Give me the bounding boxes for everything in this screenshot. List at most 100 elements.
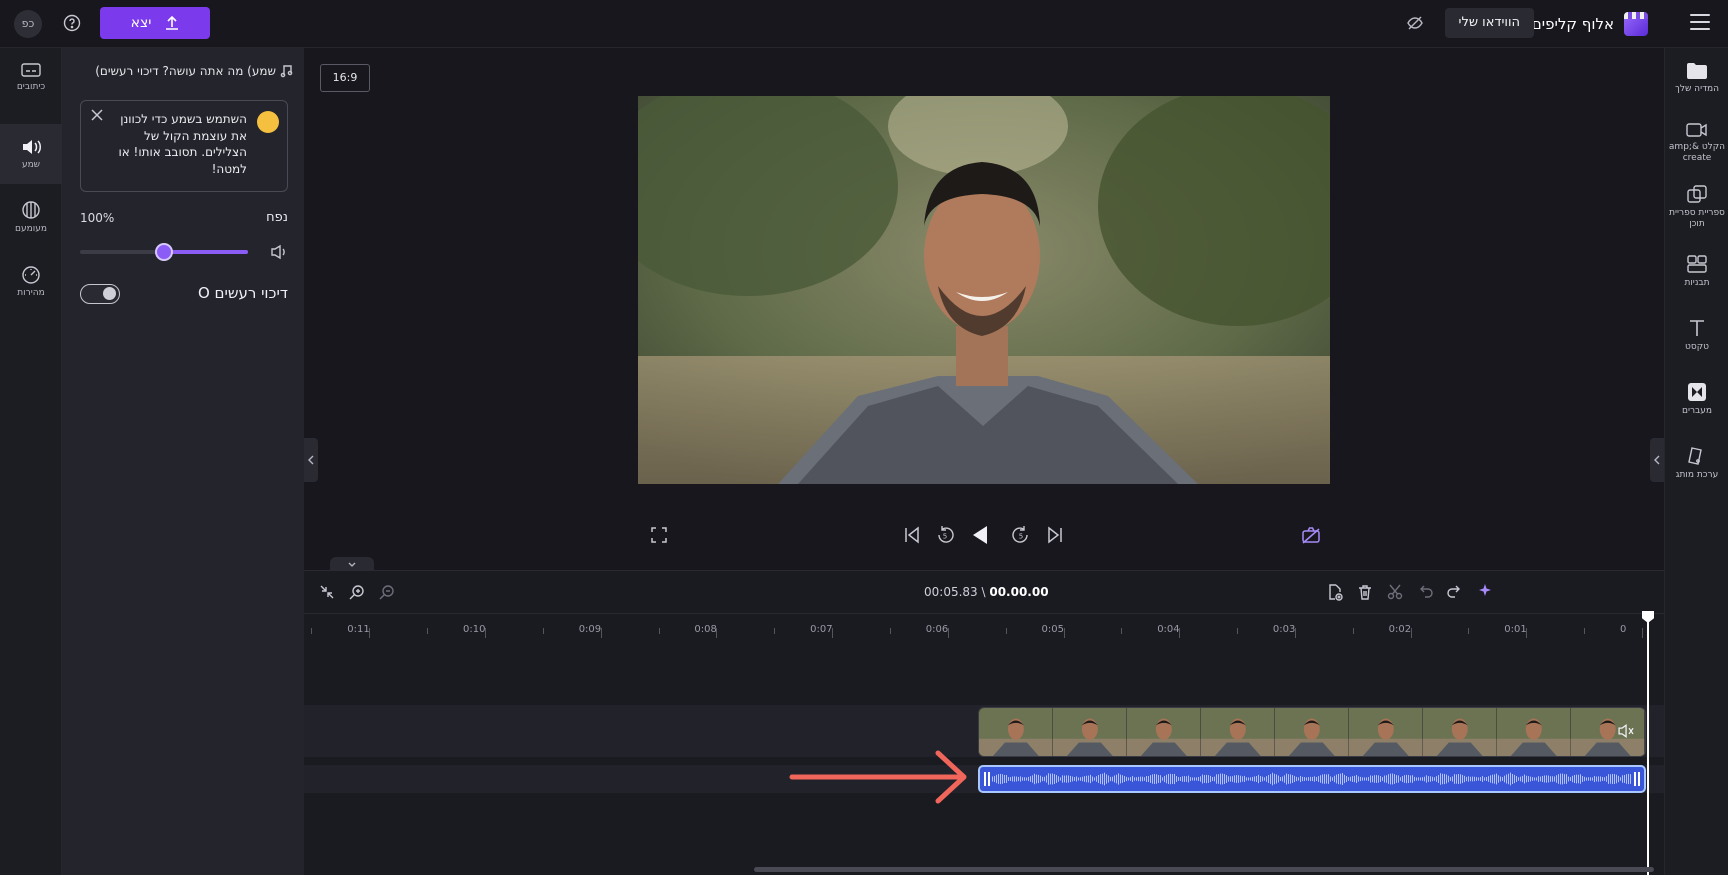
rb-label: ספריית ספריית תוכן [1669, 208, 1725, 229]
add-media-icon[interactable] [1326, 583, 1344, 601]
menu-icon[interactable] [1690, 14, 1710, 30]
collapse-right-panel-tab[interactable] [1650, 438, 1664, 482]
audio-properties-panel: שמע) מה אתה עושה? דיכוי רעשים) השתמש בשמ… [62, 48, 304, 875]
zoom-out-icon[interactable] [378, 583, 396, 601]
svg-text:5: 5 [943, 533, 947, 541]
shrink-icon[interactable] [318, 583, 336, 601]
right-sidebar: המדיה שלך הקלט &amp; create ספריית ספריי… [1664, 48, 1728, 875]
fade-icon [22, 201, 40, 219]
strip-item-audio[interactable]: שמע [0, 124, 62, 184]
ruler-minor-tick [1121, 628, 1123, 634]
audio-clip[interactable] [978, 765, 1646, 793]
music-note-icon [280, 65, 293, 78]
video-clip[interactable] [978, 707, 1646, 757]
project-brand[interactable]: אלוף קליפים [1532, 12, 1648, 36]
video-preview[interactable] [638, 96, 1330, 484]
noise-reduction-toggle[interactable] [80, 284, 120, 304]
emoji-icon [257, 111, 279, 133]
magic-camera-icon[interactable] [1300, 524, 1322, 546]
timeline-scrollbar[interactable] [754, 867, 1654, 872]
volume-slider-knob[interactable] [155, 243, 173, 261]
ruler-minor-tick [1237, 628, 1239, 634]
chevron-left-icon [308, 455, 314, 465]
undo-icon[interactable] [1416, 583, 1434, 601]
help-icon[interactable] [62, 13, 82, 33]
ruler-tick [600, 628, 602, 638]
preview-stage: 16:9 5 5 [304, 48, 1664, 570]
panel-title: שמע) מה אתה עושה? דיכוי רעשים) [95, 64, 276, 78]
strip-item-fade[interactable]: מעומעם [0, 200, 62, 260]
rb-item-text[interactable]: טקסט [1665, 318, 1728, 353]
my-videos-button[interactable]: הווידאו שלי [1444, 8, 1534, 38]
ruler-tick [1063, 628, 1065, 638]
ruler-minor-tick [1584, 628, 1586, 634]
ruler-tick-label: 0:11 [347, 624, 370, 635]
hide-eye-icon[interactable] [1406, 14, 1424, 32]
skip-to-end-icon[interactable] [1044, 524, 1066, 546]
strip-item-captions[interactable]: כיתובים [0, 62, 62, 122]
zoom-in-icon[interactable] [348, 583, 366, 601]
rb-item-templates[interactable]: תבניות [1665, 254, 1728, 289]
ruler-minor-tick [1352, 628, 1354, 634]
volume-slider-fill [164, 250, 248, 254]
rb-item-your-media[interactable]: המדיה שלך [1665, 62, 1728, 95]
rb-item-transitions[interactable]: מעברים [1665, 382, 1728, 417]
rb-label: מעברים [1681, 406, 1712, 416]
timecode: 00:05.83 \ 00.00.00 [924, 585, 1049, 599]
trim-handle-left[interactable] [984, 772, 990, 786]
skip-to-start-icon[interactable] [901, 524, 923, 546]
ruler-tick [485, 628, 486, 638]
ruler-minor-tick [889, 628, 891, 634]
captions-icon [21, 63, 41, 77]
ruler-minor-tick [658, 628, 660, 634]
brand-kit-icon [1688, 447, 1702, 465]
magic-wand-icon[interactable] [1476, 583, 1494, 601]
ruler-tick [1410, 628, 1412, 638]
aspect-ratio-button[interactable]: 16:9 [320, 64, 370, 92]
trim-handle-right[interactable] [1634, 772, 1640, 786]
play-icon[interactable] [968, 523, 992, 547]
ruler-tick-label: 0:06 [925, 624, 949, 635]
delete-icon[interactable] [1356, 583, 1374, 601]
rb-label: המדיה שלך [1675, 84, 1719, 94]
close-icon[interactable] [89, 107, 105, 123]
ruler-tick [369, 628, 371, 638]
rb-item-brand-kit[interactable]: ערכת מותג [1665, 446, 1728, 481]
ruler-tick-label: 0:07 [810, 624, 833, 635]
avatar[interactable]: כפ [14, 10, 42, 38]
library-icon [1687, 185, 1707, 203]
audio-waveform [992, 772, 1631, 786]
tip-text: השתמש בשמע כדי לכוונן את עוצמת הקול של ה… [118, 112, 247, 176]
rewind-5s-icon[interactable]: 5 [934, 524, 956, 546]
playhead[interactable] [1647, 619, 1649, 875]
rb-label: הקלט &amp; create [1668, 142, 1726, 163]
split-scissors-icon[interactable] [1386, 583, 1404, 601]
time-ruler[interactable]: 0 0:01 0:02 0:03 0:04 0:05 0:06 0:07 0:08 0:09 0:1… [304, 613, 1664, 643]
chevron-down-icon [348, 562, 356, 567]
audio-tip-card: השתמש בשמע כדי לכוונן את עוצמת הקול של ה… [80, 100, 288, 192]
fullscreen-icon[interactable] [648, 524, 670, 546]
ruler-tick-label: 0:03 [1272, 624, 1296, 635]
transitions-icon [1688, 383, 1706, 401]
rb-item-content-library[interactable]: ספריית ספריית תוכן [1665, 184, 1728, 230]
left-tool-strip: כיתובים שמע מעומעם מהירות [0, 48, 62, 875]
volume-slider[interactable] [80, 243, 248, 261]
upload-icon [166, 15, 179, 30]
export-button[interactable]: יצא [100, 7, 210, 39]
time-separator: \ [977, 585, 990, 599]
volume-label: נפח [266, 210, 288, 225]
redo-icon[interactable] [1446, 583, 1464, 601]
ruler-minor-tick [774, 628, 776, 634]
clapperboard-icon [1624, 12, 1648, 36]
forward-5s-icon[interactable]: 5 [1010, 524, 1032, 546]
ruler-tick-label: 0:04 [1157, 624, 1180, 635]
app-window: אלוף קליפים הווידאו שלי יצא כפ כיתובים ש… [0, 0, 1728, 875]
rb-item-record-create[interactable]: הקלט &amp; create [1665, 122, 1728, 164]
strip-label: כיתובים [16, 82, 46, 92]
timeline-collapse-handle[interactable] [330, 557, 374, 571]
strip-label: מהירות [17, 288, 45, 298]
collapse-left-panel-tab[interactable] [304, 438, 318, 482]
strip-item-speed[interactable]: מהירות [0, 264, 62, 324]
text-icon [1690, 320, 1704, 336]
project-name: אלוף קליפים [1531, 15, 1614, 33]
